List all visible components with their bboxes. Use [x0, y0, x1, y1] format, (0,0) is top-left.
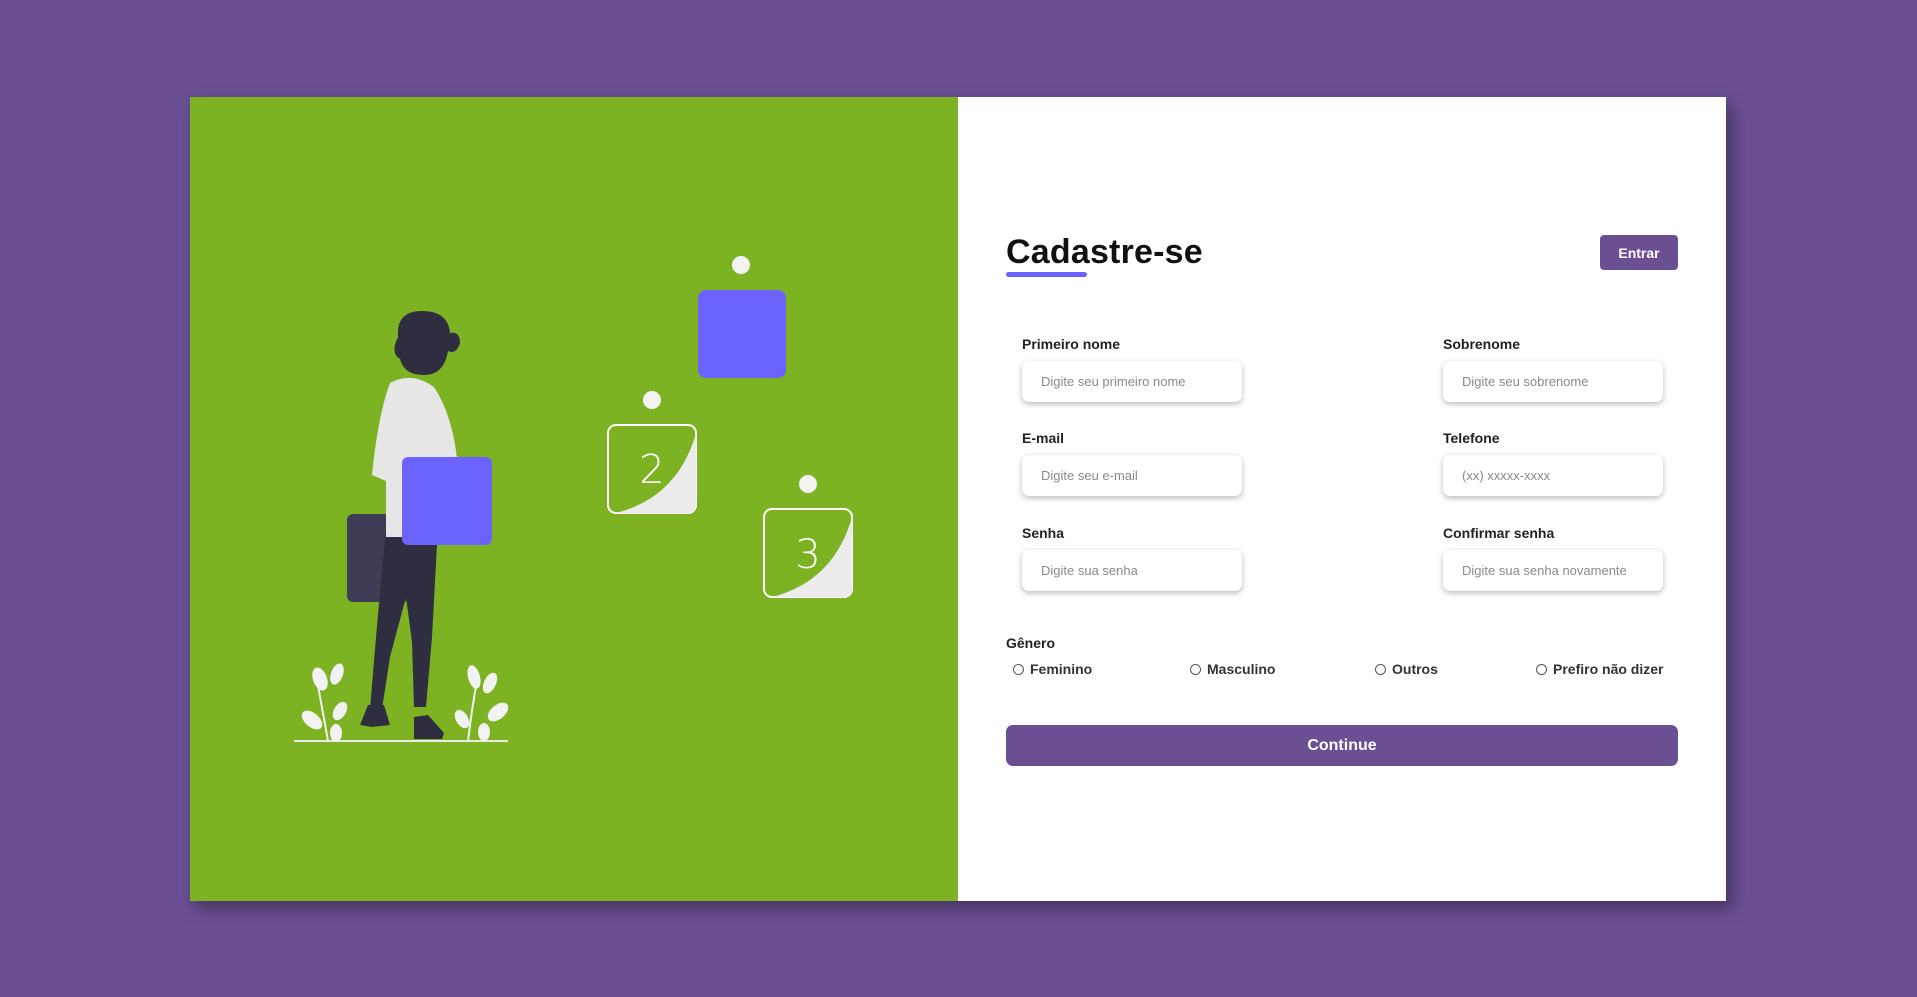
last-name-group: Sobrenome	[1443, 336, 1663, 402]
step-2-number: 2	[639, 447, 664, 493]
page-title: Cadastre-se	[1006, 233, 1203, 271]
step-3-box: 3	[763, 508, 853, 598]
login-button[interactable]: Entrar	[1600, 235, 1678, 270]
radio-masculino[interactable]: Masculino	[1190, 661, 1275, 677]
radio-label-masculino: Masculino	[1207, 661, 1276, 677]
password-label: Senha	[1022, 525, 1065, 541]
radio-label-feminino: Feminino	[1030, 661, 1093, 677]
radio-label-prefiro-nao-dizer: Prefiro não dizer	[1553, 661, 1664, 677]
first-name-label: Primeiro nome	[1022, 336, 1121, 352]
confirm-password-input[interactable]	[1443, 550, 1663, 591]
radio-prefiro-nao-dizer[interactable]: Prefiro não dizer	[1536, 661, 1663, 677]
password-input[interactable]	[1022, 550, 1242, 591]
radio-feminino[interactable]: Feminino	[1013, 661, 1092, 677]
email-input[interactable]	[1022, 455, 1242, 496]
phone-label: Telefone	[1443, 430, 1500, 446]
radio-circle-icon[interactable]	[1375, 663, 1386, 675]
email-label: E-mail	[1022, 430, 1065, 446]
signup-form-panel: Cadastre-se Entrar Primeiro nome Sobreno…	[958, 97, 1726, 901]
step-3-number: 3	[795, 532, 820, 578]
plant-right	[454, 665, 509, 742]
step-2-dot	[643, 391, 661, 409]
gender-label: Gênero	[1006, 635, 1056, 651]
signup-illustration: 2 3	[294, 256, 853, 742]
radio-circle-icon[interactable]	[1013, 663, 1024, 675]
signup-card: 2 3 Cadastre-se Entrar Primeiro nome Dig…	[190, 97, 1726, 901]
confirm-password-label: Confirmar senha	[1443, 525, 1555, 541]
plant-left	[301, 663, 348, 742]
step-2-box: 2	[607, 424, 697, 514]
radio-outros[interactable]: Outros	[1375, 661, 1438, 677]
confirm-password-group: Confirmar senha	[1443, 525, 1663, 591]
last-name-input[interactable]	[1443, 361, 1663, 402]
phone-group: Telefone	[1443, 430, 1663, 496]
email-group: E-mail	[1022, 430, 1242, 496]
radio-label-outros: Outros	[1392, 661, 1438, 677]
illustration-panel: 2 3	[190, 97, 958, 901]
continue-button[interactable]: Continue	[1006, 725, 1678, 766]
radio-circle-icon[interactable]	[1190, 663, 1201, 675]
first-name-group: Primeiro nome	[1022, 336, 1242, 402]
folder	[402, 457, 492, 545]
radio-circle-icon[interactable]	[1536, 663, 1547, 675]
step-1-dot	[732, 256, 750, 274]
first-name-input[interactable]	[1022, 361, 1242, 402]
last-name-label: Sobrenome	[1443, 336, 1521, 352]
title-underline	[1006, 272, 1087, 277]
step-3-dot	[799, 475, 817, 493]
password-group: Senha	[1022, 525, 1242, 591]
phone-input[interactable]	[1443, 455, 1663, 496]
step-1-box	[698, 290, 786, 378]
